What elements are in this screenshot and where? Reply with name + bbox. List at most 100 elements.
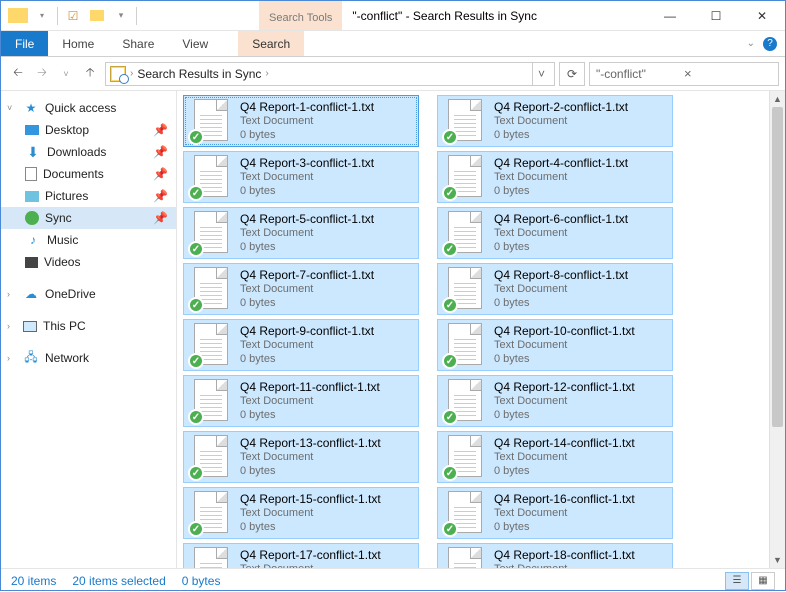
status-bar: 20 items 20 items selected 0 bytes ☰ ▦ [1,568,785,592]
file-list[interactable]: ✓ Q4 Report-1-conflict-1.txt Text Docume… [177,91,785,568]
file-item[interactable]: ✓ Q4 Report-12-conflict-1.txt Text Docum… [437,375,673,427]
file-item[interactable]: ✓ Q4 Report-18-conflict-1.txt Text Docum… [437,543,673,568]
title-bar: ▾ ☑ ▾ Search Tools "-conflict" - Search … [1,1,785,31]
text-document-icon: ✓ [190,379,232,423]
text-document-icon: ✓ [190,99,232,143]
file-info: Q4 Report-15-conflict-1.txt Text Documen… [240,492,412,535]
address-bar[interactable]: › Search Results in Sync › ˅ [105,62,555,86]
file-type: Text Document [240,451,412,465]
maximize-button[interactable]: ☐ [693,1,739,30]
sync-icon [25,211,39,225]
file-item[interactable]: ✓ Q4 Report-2-conflict-1.txt Text Docume… [437,95,673,147]
file-item[interactable]: ✓ Q4 Report-13-conflict-1.txt Text Docum… [183,431,419,483]
address-history-icon[interactable]: ˅ [532,63,550,85]
sidebar-item-label: This PC [43,319,86,333]
file-item[interactable]: ✓ Q4 Report-7-conflict-1.txt Text Docume… [183,263,419,315]
file-item[interactable]: ✓ Q4 Report-8-conflict-1.txt Text Docume… [437,263,673,315]
minimize-button[interactable]: — [647,1,693,30]
clear-search-icon[interactable]: × [682,66,772,81]
tab-view[interactable]: View [168,31,222,56]
chevron-down-icon[interactable]: ˅ [7,103,17,113]
help-icon[interactable]: ? [763,37,777,51]
music-icon: ♪ [25,232,41,248]
file-info: Q4 Report-13-conflict-1.txt Text Documen… [240,436,412,479]
file-item[interactable]: ✓ Q4 Report-3-conflict-1.txt Text Docume… [183,151,419,203]
sync-check-badge: ✓ [442,129,458,145]
sidebar-item-videos[interactable]: Videos [1,251,176,273]
sidebar-item-sync[interactable]: Sync📌 [1,207,176,229]
chevron-right-icon[interactable]: › [7,353,17,363]
refresh-button[interactable]: ⟳ [559,62,585,86]
tab-share[interactable]: Share [108,31,168,56]
close-button[interactable]: ✕ [739,1,785,30]
search-input[interactable]: "-conflict" × [589,62,779,86]
file-item[interactable]: ✓ Q4 Report-14-conflict-1.txt Text Docum… [437,431,673,483]
sidebar-item-desktop[interactable]: Desktop📌 [1,119,176,141]
sidebar-quick-access[interactable]: ˅ ★ Quick access [1,97,176,119]
file-item[interactable]: ✓ Q4 Report-6-conflict-1.txt Text Docume… [437,207,673,259]
file-item[interactable]: ✓ Q4 Report-10-conflict-1.txt Text Docum… [437,319,673,371]
sidebar-network[interactable]: ›🖧Network [1,347,176,369]
scroll-up-icon[interactable]: ▲ [770,91,785,107]
file-info: Q4 Report-12-conflict-1.txt Text Documen… [494,380,666,423]
large-icons-view-button[interactable]: ▦ [751,572,775,590]
new-folder-icon[interactable] [86,5,108,27]
ribbon-expand-icon[interactable]: ⌄ [747,38,755,49]
sidebar-item-label: Downloads [47,145,106,159]
file-item[interactable]: ✓ Q4 Report-17-conflict-1.txt Text Docum… [183,543,419,568]
tab-file[interactable]: File [1,31,48,56]
file-type: Text Document [494,283,666,297]
file-item[interactable]: ✓ Q4 Report-1-conflict-1.txt Text Docume… [183,95,419,147]
sidebar-item-music[interactable]: ♪Music [1,229,176,251]
qat-dropdown-icon[interactable]: ▾ [31,5,53,27]
file-name: Q4 Report-9-conflict-1.txt [240,324,412,339]
file-size: 0 bytes [494,353,666,367]
text-document-icon: ✓ [444,435,486,479]
videos-icon [25,257,38,268]
file-info: Q4 Report-18-conflict-1.txt Text Documen… [494,548,666,568]
breadcrumb-text[interactable]: Search Results in Sync [137,67,261,81]
forward-button[interactable]: 🡢 [31,63,53,85]
file-name: Q4 Report-1-conflict-1.txt [240,100,412,115]
file-type: Text Document [494,227,666,241]
file-type: Text Document [494,171,666,185]
back-button[interactable]: 🡠 [7,63,29,85]
file-type: Text Document [240,339,412,353]
chevron-right-icon[interactable]: › [7,289,17,299]
up-button[interactable]: 🡡 [79,63,101,85]
file-type: Text Document [494,563,666,568]
tab-search[interactable]: Search [238,31,304,56]
sidebar-item-downloads[interactable]: ⬇Downloads📌 [1,141,176,163]
properties-icon[interactable]: ☑ [62,5,84,27]
scroll-down-icon[interactable]: ▼ [770,552,785,568]
chevron-right-icon[interactable]: › [130,68,133,79]
file-item[interactable]: ✓ Q4 Report-5-conflict-1.txt Text Docume… [183,207,419,259]
sidebar-this-pc[interactable]: › This PC [1,315,176,337]
file-name: Q4 Report-2-conflict-1.txt [494,100,666,115]
sidebar-onedrive[interactable]: ›☁OneDrive [1,283,176,305]
sidebar-item-documents[interactable]: Documents📌 [1,163,176,185]
file-item[interactable]: ✓ Q4 Report-15-conflict-1.txt Text Docum… [183,487,419,539]
details-view-button[interactable]: ☰ [725,572,749,590]
scrollbar[interactable]: ▲ ▼ [769,91,785,568]
sidebar-item-pictures[interactable]: Pictures📌 [1,185,176,207]
text-document-icon: ✓ [190,491,232,535]
search-tools-context-tab[interactable]: Search Tools [259,1,342,30]
file-info: Q4 Report-9-conflict-1.txt Text Document… [240,324,412,367]
explorer-icon[interactable] [7,5,29,27]
scrollbar-thumb[interactable] [772,107,783,427]
file-item[interactable]: ✓ Q4 Report-9-conflict-1.txt Text Docume… [183,319,419,371]
chevron-right-icon[interactable]: › [7,321,17,331]
file-item[interactable]: ✓ Q4 Report-16-conflict-1.txt Text Docum… [437,487,673,539]
file-type: Text Document [240,507,412,521]
recent-dropdown-icon[interactable]: ˅ [55,63,77,85]
chevron-right-icon[interactable]: › [265,68,268,79]
file-name: Q4 Report-8-conflict-1.txt [494,268,666,283]
pin-icon: 📌 [153,123,168,137]
tab-home[interactable]: Home [48,31,108,56]
file-item[interactable]: ✓ Q4 Report-11-conflict-1.txt Text Docum… [183,375,419,427]
file-item[interactable]: ✓ Q4 Report-4-conflict-1.txt Text Docume… [437,151,673,203]
customize-qat-icon[interactable]: ▾ [110,5,132,27]
file-name: Q4 Report-18-conflict-1.txt [494,548,666,563]
text-document-icon: ✓ [444,547,486,568]
